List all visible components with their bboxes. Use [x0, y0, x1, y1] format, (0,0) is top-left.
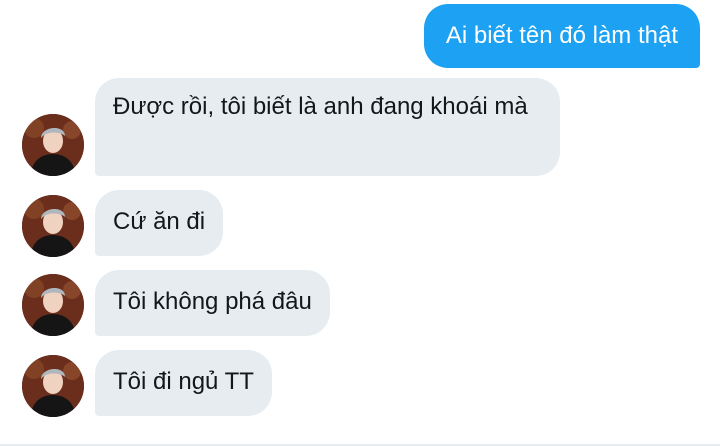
sender-avatar[interactable]	[22, 274, 84, 336]
conversation-thread: Ai biết tên đó làm thật Được rồi, tôi bi…	[0, 0, 720, 446]
avatar-icon	[22, 195, 84, 257]
sender-avatar[interactable]	[22, 195, 84, 257]
message-text: Cứ ăn đi	[113, 208, 206, 235]
sender-avatar[interactable]	[22, 114, 84, 176]
message-text: Tôi không phá đâu	[113, 288, 312, 315]
outgoing-message-bubble[interactable]: Ai biết tên đó làm thật	[423, 4, 700, 68]
avatar-icon	[22, 355, 84, 417]
incoming-message-bubble[interactable]: Cứ ăn đi	[95, 190, 224, 256]
sender-avatar[interactable]	[22, 355, 84, 417]
incoming-message-bubble[interactable]: Tôi không phá đâu	[95, 270, 330, 336]
avatar-icon	[22, 114, 84, 176]
message-text: Ai biết tên đó làm thật	[445, 22, 678, 49]
incoming-message-bubble[interactable]: Được rồi, tôi biết là anh đang khoái mà	[95, 78, 560, 176]
message-text: Tôi đi ngủ TT	[113, 368, 254, 395]
incoming-message-bubble[interactable]: Tôi đi ngủ TT	[95, 350, 272, 416]
message-text: Được rồi, tôi biết là anh đang khoái mà	[113, 93, 528, 120]
avatar-icon	[22, 274, 84, 336]
